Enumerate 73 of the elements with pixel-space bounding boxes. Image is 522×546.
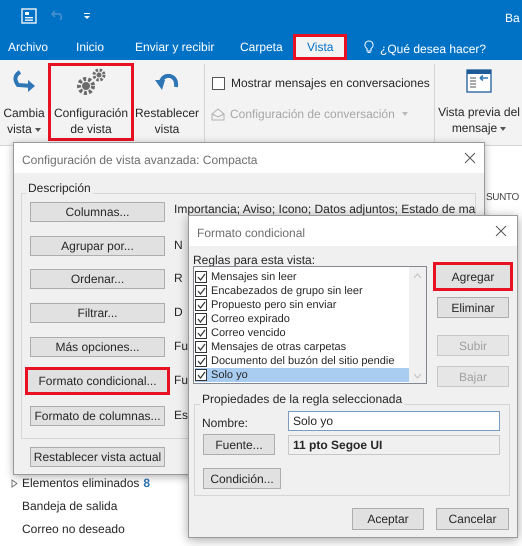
close-icon bbox=[464, 152, 476, 164]
close-icon bbox=[495, 225, 507, 237]
scroll-up-icon bbox=[413, 273, 422, 279]
dialog-button[interactable]: Agregar bbox=[433, 262, 513, 291]
field-label: Nombre: bbox=[202, 415, 248, 432]
ribbon-tab[interactable]: Archivo bbox=[0, 34, 56, 60]
rule-checkbox[interactable] bbox=[195, 313, 207, 325]
rule-checkbox[interactable] bbox=[195, 285, 207, 297]
ribbon-tab[interactable]: Vista bbox=[293, 34, 348, 60]
rule-checkbox[interactable] bbox=[195, 355, 207, 367]
name-field[interactable]: Solo yo bbox=[288, 411, 500, 431]
ribbon-tab[interactable]: Inicio bbox=[68, 34, 112, 60]
dialog-button[interactable]: Más opciones... bbox=[30, 337, 165, 357]
ribbon-tab[interactable]: Enviar y recibir bbox=[127, 34, 222, 60]
customize-icon bbox=[83, 12, 91, 20]
app-icon bbox=[21, 8, 37, 24]
dialog-title: Configuración de vista avanzada: Compacta bbox=[22, 152, 258, 169]
envelope-icon bbox=[211, 108, 226, 120]
caret-icon bbox=[402, 112, 408, 116]
folder-item[interactable]: Correo no deseado bbox=[11, 520, 125, 538]
dialog-button[interactable]: Columnas... bbox=[30, 202, 165, 222]
folder-item[interactable]: Elementos eliminados 8 bbox=[11, 474, 150, 492]
dialog-button[interactable]: Eliminar bbox=[437, 297, 509, 318]
caret-icon bbox=[34, 128, 41, 132]
lightbulb-icon bbox=[364, 40, 374, 54]
folder-item[interactable]: Bandeja de salida bbox=[11, 497, 118, 515]
description-text: Fu bbox=[174, 374, 188, 387]
reset-view-button[interactable]: Restablecer vista actual bbox=[30, 447, 165, 467]
rule-item[interactable]: Mensajes sin leer bbox=[195, 270, 409, 284]
ribbon-tab[interactable]: Carpeta bbox=[232, 34, 291, 60]
rule-item[interactable]: Mensajes de otras carpetas bbox=[195, 340, 409, 354]
cancel-button[interactable]: Cancelar bbox=[436, 508, 509, 530]
rule-item[interactable]: Documento del buzón del sitio pendie bbox=[195, 354, 409, 368]
rule-item[interactable]: Correo expirado bbox=[195, 312, 409, 326]
description-text: Es bbox=[174, 409, 188, 422]
column-header: SUNTO bbox=[486, 191, 519, 205]
conversations-checkbox[interactable]: Mostrar mensajes en conversaciones bbox=[212, 74, 430, 92]
rule-checkbox[interactable] bbox=[195, 327, 207, 339]
caret-icon bbox=[500, 126, 506, 131]
dialog-button[interactable]: Formato de columnas... bbox=[30, 406, 165, 426]
ribbon-button[interactable]: Restablecer vista bbox=[134, 63, 200, 141]
rule-checkbox[interactable] bbox=[195, 299, 207, 311]
gears-icon bbox=[75, 67, 107, 97]
scroll-down-icon bbox=[413, 373, 422, 379]
ok-button[interactable]: Aceptar bbox=[352, 508, 424, 530]
tell-me-field[interactable]: ¿Qué desea hacer? bbox=[380, 40, 486, 58]
dialog-button[interactable]: Formato condicional... bbox=[25, 367, 170, 395]
rule-item[interactable]: Correo vencido bbox=[195, 326, 409, 340]
description-text: D bbox=[174, 306, 183, 319]
ribbon-button[interactable]: Cambia vista bbox=[2, 63, 46, 141]
dialog-button[interactable]: Filtrar... bbox=[30, 303, 165, 323]
dialog-button[interactable]: Ordenar... bbox=[30, 269, 165, 289]
rule-checkbox[interactable] bbox=[195, 369, 207, 381]
rule-checkbox[interactable] bbox=[195, 271, 207, 283]
condition-button[interactable]: Condición... bbox=[203, 468, 281, 489]
rule-item[interactable]: Encabezados de grupo sin leer bbox=[195, 284, 409, 298]
font-preview: 11 pto Segoe UI bbox=[288, 435, 500, 455]
list-label: Reglas para esta vista: bbox=[193, 252, 316, 269]
description-text: N bbox=[174, 239, 183, 252]
dialog-button[interactable]: Agrupar por... bbox=[30, 236, 165, 256]
account-name: Ba bbox=[505, 10, 520, 27]
expand-icon bbox=[11, 478, 18, 488]
font-button[interactable]: Fuente... bbox=[203, 434, 275, 455]
description-text: R bbox=[174, 272, 183, 285]
rule-item[interactable]: Solo yo bbox=[195, 368, 409, 382]
preview-button[interactable]: Vista previa del mensaje bbox=[438, 66, 520, 136]
description-text: Fu bbox=[174, 340, 188, 353]
description-text: Importancia; Aviso; Icono; Datos adjuntos; Estado de ma bbox=[174, 203, 476, 216]
rule-item[interactable]: Propuesto pero sin enviar bbox=[195, 298, 409, 312]
rule-checkbox[interactable] bbox=[195, 341, 207, 353]
ribbon-button[interactable]: Configuración de vista bbox=[48, 63, 134, 141]
undo-icon bbox=[51, 9, 65, 21]
dialog-title: Formato condicional bbox=[197, 225, 306, 242]
